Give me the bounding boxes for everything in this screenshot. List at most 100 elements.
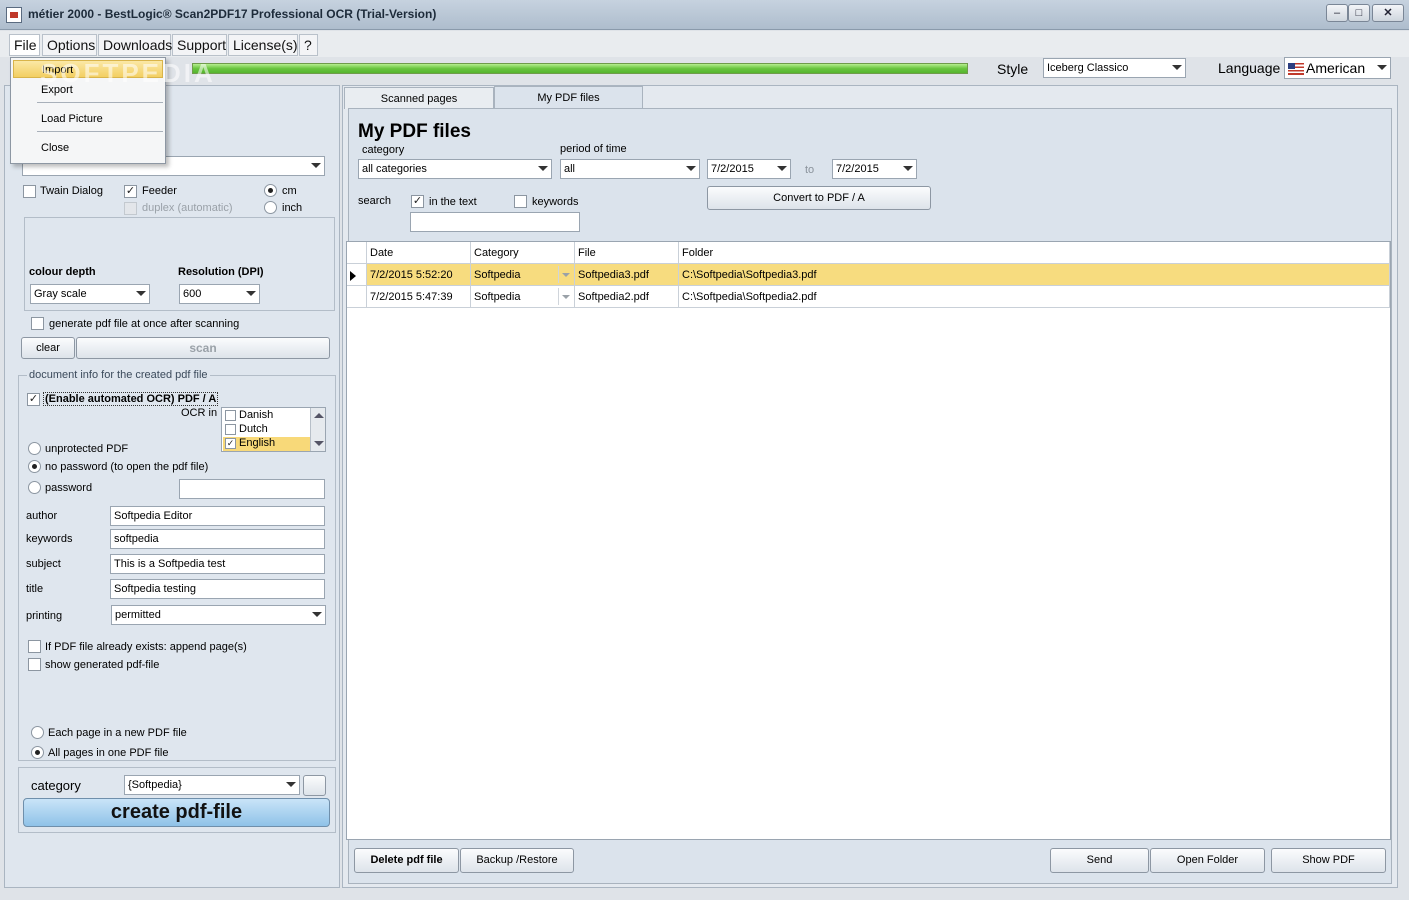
- resolution-select[interactable]: 600: [179, 284, 260, 304]
- language-select[interactable]: American: [1284, 57, 1391, 79]
- category-select[interactable]: {Softpedia}: [124, 775, 300, 795]
- language-value: American: [1306, 60, 1366, 76]
- category-edit-button[interactable]: [303, 775, 326, 796]
- menu-help[interactable]: ?: [299, 34, 318, 56]
- ocr-language-list[interactable]: Danish Dutch ✓ English: [221, 407, 326, 452]
- date-from-picker[interactable]: 7/2/2015: [707, 159, 791, 179]
- date-to-value: 7/2/2015: [836, 163, 879, 175]
- category-label: category: [31, 778, 81, 793]
- menu-item-load-picture[interactable]: Load Picture: [13, 110, 163, 128]
- open-folder-button[interactable]: Open Folder: [1150, 848, 1265, 873]
- chevron-down-icon: [311, 163, 321, 168]
- filter-category-value: all categories: [362, 163, 427, 175]
- menu-downloads[interactable]: Downloads: [98, 34, 172, 56]
- folder-cell[interactable]: C:\Softpedia\Softpedia3.pdf: [679, 264, 1390, 286]
- send-button[interactable]: Send: [1050, 848, 1149, 873]
- printing-value: permitted: [115, 609, 161, 621]
- generate-pdf-checkbox[interactable]: [31, 317, 44, 330]
- chevron-down-icon: [286, 782, 296, 787]
- subject-label: subject: [26, 558, 61, 570]
- period-value: all: [564, 163, 576, 175]
- scroll-down-icon[interactable]: [314, 441, 324, 446]
- menu-licenses[interactable]: License(s): [228, 34, 298, 56]
- tab-my-pdf-files[interactable]: My PDF files: [494, 86, 643, 109]
- feeder-checkbox[interactable]: ✓: [124, 185, 137, 198]
- scan-button[interactable]: scan: [76, 337, 330, 359]
- app-icon[interactable]: [6, 7, 22, 23]
- file-cell[interactable]: Softpedia3.pdf: [575, 264, 679, 286]
- duplex-checkbox[interactable]: [124, 202, 137, 215]
- column-header-folder[interactable]: Folder: [679, 242, 1390, 264]
- menu-item-close[interactable]: Close: [13, 139, 163, 157]
- ocr-list-scrollbar[interactable]: [310, 408, 325, 451]
- menu-support[interactable]: Support: [172, 34, 227, 56]
- ocr-language-item[interactable]: Dutch: [223, 423, 313, 437]
- ocr-language-item[interactable]: ✓ English: [223, 437, 313, 451]
- period-select[interactable]: all: [560, 159, 700, 179]
- maximize-button[interactable]: □: [1348, 4, 1370, 22]
- delete-pdf-button[interactable]: Delete pdf file: [354, 848, 459, 873]
- colour-depth-select[interactable]: Gray scale: [30, 284, 150, 304]
- style-value: Iceberg Classico: [1047, 62, 1129, 74]
- search-input[interactable]: [410, 212, 580, 232]
- clear-button[interactable]: clear: [21, 337, 75, 359]
- progress-bar: [192, 63, 968, 74]
- ocr-in-label: OCR in: [181, 407, 218, 419]
- style-select[interactable]: Iceberg Classico: [1043, 58, 1186, 78]
- convert-pdfa-button[interactable]: Convert to PDF / A: [707, 186, 931, 210]
- subject-field[interactable]: This is a Softpedia test: [110, 554, 325, 574]
- date-cell[interactable]: 7/2/2015 5:47:39: [367, 286, 471, 308]
- each-page-radio[interactable]: [31, 726, 44, 739]
- chevron-down-icon: [1172, 65, 1182, 70]
- column-header-file[interactable]: File: [575, 242, 679, 264]
- file-cell[interactable]: Softpedia2.pdf: [575, 286, 679, 308]
- twain-dialog-checkbox[interactable]: [23, 185, 36, 198]
- ocr-language-checkbox[interactable]: ✓: [225, 438, 236, 449]
- keywords-checkbox[interactable]: [514, 195, 527, 208]
- enable-ocr-checkbox[interactable]: ✓: [27, 393, 40, 406]
- printing-select[interactable]: permitted: [111, 605, 326, 625]
- author-label: author: [26, 510, 58, 522]
- chevron-down-icon: [538, 166, 548, 171]
- ocr-language-item[interactable]: Danish: [223, 409, 313, 423]
- password-field[interactable]: [179, 479, 325, 499]
- ocr-language-checkbox[interactable]: [225, 424, 236, 435]
- show-generated-checkbox[interactable]: [28, 658, 41, 671]
- cm-radio[interactable]: [264, 184, 277, 197]
- category-cell[interactable]: Softpedia: [471, 264, 575, 286]
- colour-depth-label: colour depth: [29, 266, 96, 278]
- column-header-date[interactable]: Date: [367, 242, 471, 264]
- backup-restore-button[interactable]: Backup /Restore: [460, 848, 574, 873]
- date-to-picker[interactable]: 7/2/2015: [832, 159, 917, 179]
- menu-item-export[interactable]: Export: [13, 81, 163, 99]
- password-label: password: [45, 482, 93, 494]
- show-pdf-button[interactable]: Show PDF: [1271, 848, 1386, 873]
- scroll-up-icon[interactable]: [314, 413, 324, 418]
- column-header-category[interactable]: Category: [471, 242, 575, 264]
- chevron-down-icon[interactable]: [558, 288, 572, 305]
- inch-radio[interactable]: [264, 201, 277, 214]
- filter-category-select[interactable]: all categories: [358, 159, 552, 179]
- in-text-checkbox[interactable]: ✓: [411, 195, 424, 208]
- chevron-down-icon[interactable]: [558, 266, 572, 283]
- menu-file[interactable]: File: [9, 34, 40, 56]
- all-pages-radio[interactable]: [31, 746, 44, 759]
- author-field[interactable]: Softpedia Editor: [110, 506, 325, 526]
- folder-cell[interactable]: C:\Softpedia\Softpedia2.pdf: [679, 286, 1390, 308]
- keywords-field[interactable]: softpedia: [110, 529, 325, 549]
- tab-scanned-pages[interactable]: Scanned pages: [344, 87, 494, 109]
- menu-options[interactable]: Options: [42, 34, 97, 56]
- chevron-down-icon: [136, 291, 146, 296]
- close-button[interactable]: ✕: [1372, 4, 1404, 22]
- password-radio[interactable]: [28, 481, 41, 494]
- date-cell[interactable]: 7/2/2015 5:52:20: [367, 264, 471, 286]
- append-checkbox[interactable]: [28, 640, 41, 653]
- minimize-button[interactable]: –: [1326, 4, 1348, 22]
- create-pdf-button[interactable]: create pdf-file: [23, 798, 330, 827]
- category-cell[interactable]: Softpedia: [471, 286, 575, 308]
- no-password-radio[interactable]: [28, 460, 41, 473]
- ocr-language-checkbox[interactable]: [225, 410, 236, 421]
- unprotected-radio[interactable]: [28, 442, 41, 455]
- title-field[interactable]: Softpedia testing: [110, 579, 325, 599]
- menu-item-import[interactable]: Import: [13, 60, 163, 78]
